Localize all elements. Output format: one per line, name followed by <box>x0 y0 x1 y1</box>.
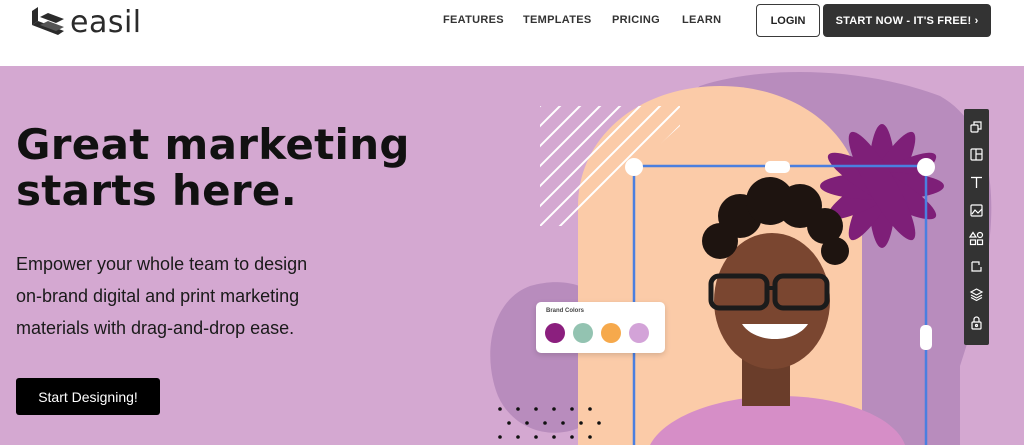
text-icon[interactable] <box>969 175 984 190</box>
site-header: easil FEATURES TEMPLATES PRICING LEARN L… <box>0 0 1024 66</box>
layout-icon[interactable] <box>969 147 984 162</box>
nav-learn[interactable]: LEARN <box>682 14 721 28</box>
resize-handle-top-middle <box>765 161 790 173</box>
resize-handle-top-left <box>625 158 643 176</box>
brand-colors-card: Brand Colors <box>536 302 665 353</box>
nav-features[interactable]: FEATURES <box>443 14 504 28</box>
shapes-icon[interactable] <box>969 231 984 246</box>
start-designing-button[interactable]: Start Designing! <box>16 378 160 415</box>
start-now-button[interactable]: START NOW - IT'S FREE! › <box>823 4 991 37</box>
nav-templates[interactable]: TEMPLATES <box>523 14 592 28</box>
color-swatch[interactable] <box>573 323 593 343</box>
easil-logo-icon <box>32 7 64 35</box>
logo-text: easil <box>70 5 142 40</box>
lock-icon[interactable] <box>969 315 984 330</box>
logo[interactable]: easil <box>30 6 142 40</box>
color-swatch[interactable] <box>545 323 565 343</box>
resize-handle-top-right <box>917 158 935 176</box>
flip-icon[interactable] <box>969 259 984 274</box>
hero-heading: Great marketing starts here. <box>16 122 436 214</box>
color-swatch[interactable] <box>601 323 621 343</box>
editor-toolbar <box>964 109 989 345</box>
hero-subtitle: Empower your whole team to design on-bra… <box>16 248 356 344</box>
layers-icon[interactable] <box>969 287 984 302</box>
brand-colors-title: Brand Colors <box>546 308 585 314</box>
resize-icon[interactable] <box>969 119 984 134</box>
hero-subtitle-line2: on-brand digital and print marketing <box>16 286 300 306</box>
hero-heading-line2: starts here. <box>16 166 297 215</box>
color-swatch[interactable] <box>629 323 649 343</box>
hero-subtitle-line1: Empower your whole team to design <box>16 254 308 274</box>
nav-pricing[interactable]: PRICING <box>612 14 660 28</box>
hero-section: Great marketing starts here. Empower you… <box>0 66 1024 445</box>
hero-heading-line1: Great marketing <box>16 120 410 169</box>
hero-subtitle-line3: materials with drag-and-drop ease. <box>16 318 295 338</box>
login-button[interactable]: LOGIN <box>756 4 820 37</box>
image-icon[interactable] <box>969 203 984 218</box>
resize-handle-right-middle <box>920 325 932 350</box>
